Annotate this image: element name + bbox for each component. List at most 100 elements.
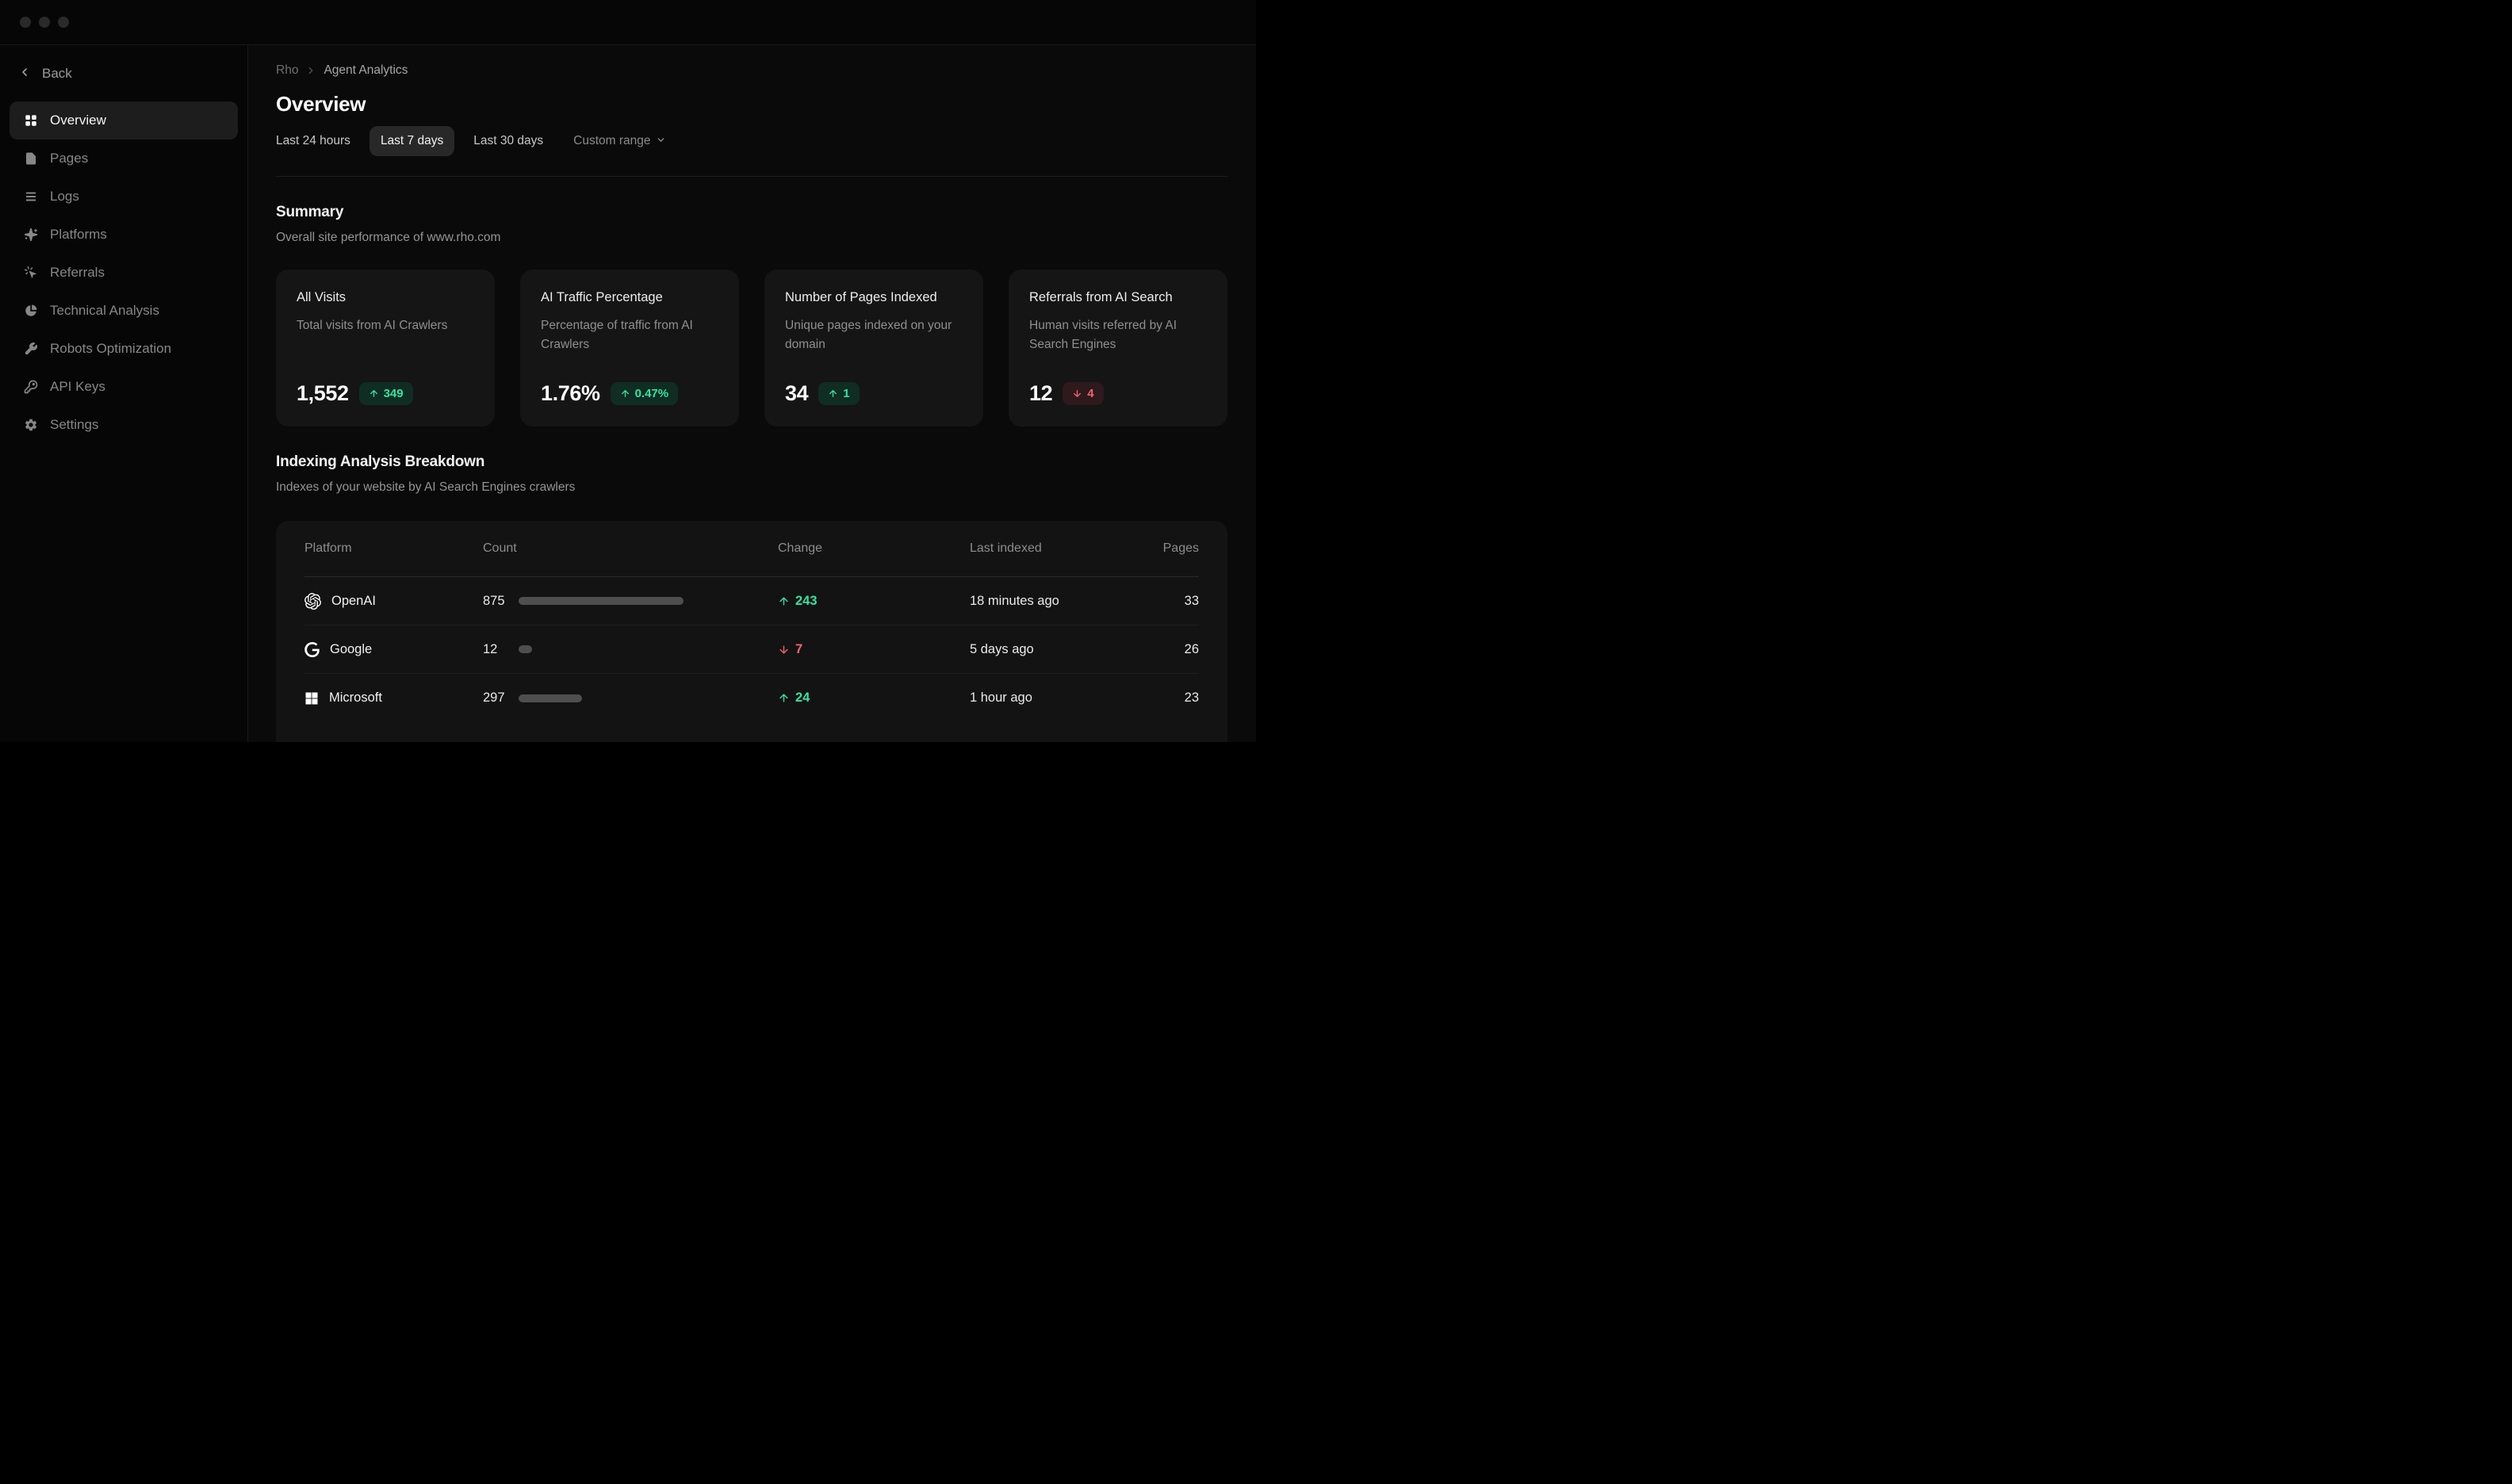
sidebar-item-label: Technical Analysis [50,303,159,319]
arrow-up-icon [620,388,630,399]
card-title: AI Traffic Percentage [541,289,718,306]
delta-badge: 4 [1063,382,1103,405]
table-row-microsoft: Microsoft 297 24 1 hour ago 23 [304,674,1199,722]
summary-cards: All Visits Total visits from AI Crawlers… [276,270,1227,426]
window-minimize-button[interactable] [39,17,50,28]
pages-cell: 23 [1120,690,1199,706]
delta-badge: 1 [818,382,859,405]
chevron-down-icon [656,133,666,149]
tab-last-24-hours[interactable]: Last 24 hours [265,126,362,156]
breadcrumb-current: Agent Analytics [324,63,408,78]
change-cell: 243 [778,594,970,609]
column-header-change: Change [778,541,970,556]
change-cell: 7 [778,642,970,657]
stat-card-all-visits: All Visits Total visits from AI Crawlers… [276,270,495,426]
count-bar [519,645,532,653]
count-bar [519,597,684,605]
sidebar-item-label: Referrals [50,265,105,281]
arrow-up-icon [369,388,379,399]
cursor-click-icon [24,266,38,280]
time-range-tabs: Last 24 hours Last 7 days Last 30 days C… [265,126,1227,156]
sidebar-item-robots-optimization[interactable]: Robots Optimization [10,330,238,368]
table-row-google: Google 12 7 5 days ago 26 [304,625,1199,674]
summary-section: Summary Overall site performance of www.… [276,202,1227,426]
pie-chart-icon [24,304,38,318]
column-header-last-indexed: Last indexed [970,541,1120,556]
card-value: 1.76% [541,381,600,406]
last-indexed-cell: 5 days ago [970,642,1120,657]
custom-range-label: Custom range [573,134,650,148]
card-title: Referrals from AI Search [1029,289,1207,306]
sidebar-item-label: API Keys [50,379,105,395]
wrench-icon [24,342,38,356]
breadcrumb-root[interactable]: Rho [276,63,298,78]
window-zoom-button[interactable] [58,17,69,28]
stat-card-ai-traffic-percentage: AI Traffic Percentage Percentage of traf… [520,270,739,426]
custom-range-dropdown[interactable]: Custom range [562,126,677,156]
card-description: Unique pages indexed on your domain [785,316,963,354]
column-header-platform: Platform [304,541,483,556]
stat-card-pages-indexed: Number of Pages Indexed Unique pages ind… [764,270,983,426]
indexing-table: Platform Count Change Last indexed Pages… [276,521,1227,742]
platform-name: OpenAI [331,594,376,609]
platform-name: Google [330,642,372,657]
sidebar-item-referrals[interactable]: Referrals [10,254,238,292]
card-value: 1,552 [297,381,349,406]
sparkles-icon [24,228,38,242]
summary-heading: Summary [276,202,1227,223]
sidebar-item-api-keys[interactable]: API Keys [10,368,238,406]
card-value: 12 [1029,381,1052,406]
openai-logo-icon [304,593,321,610]
sidebar-item-overview[interactable]: Overview [10,101,238,140]
delta-badge: 0.47% [611,382,679,405]
summary-subheading: Overall site performance of www.rho.com [276,229,1227,247]
key-icon [24,380,38,394]
sidebar-item-pages[interactable]: Pages [10,140,238,178]
arrow-down-icon [1072,388,1082,399]
chevron-left-icon [18,66,31,82]
window-titlebar [0,0,1256,45]
table-header-row: Platform Count Change Last indexed Pages [304,521,1199,577]
sidebar-item-label: Overview [50,113,106,128]
change-cell: 24 [778,690,970,706]
column-header-pages: Pages [1120,541,1199,556]
gear-icon [24,418,38,432]
file-icon [24,151,38,166]
sidebar-item-label: Pages [50,151,88,166]
arrow-up-icon [778,595,790,607]
tab-last-7-days[interactable]: Last 7 days [370,126,454,156]
sidebar-item-label: Logs [50,189,79,205]
sidebar-item-platforms[interactable]: Platforms [10,216,238,254]
delta-value: 4 [1087,387,1093,400]
count-value: 297 [483,690,519,706]
sidebar-item-technical-analysis[interactable]: Technical Analysis [10,292,238,330]
tab-last-30-days[interactable]: Last 30 days [462,126,554,156]
card-title: Number of Pages Indexed [785,289,963,306]
sidebar-nav: Overview Pages Logs [10,101,238,444]
sidebar-item-logs[interactable]: Logs [10,178,238,216]
delta-value: 1 [843,387,849,400]
arrow-down-icon [778,644,790,656]
pages-cell: 26 [1120,642,1199,657]
google-logo-icon [304,642,320,657]
last-indexed-cell: 1 hour ago [970,690,1120,706]
pages-cell: 33 [1120,594,1199,609]
card-description: Human visits referred by AI Search Engin… [1029,316,1207,354]
sidebar-item-settings[interactable]: Settings [10,406,238,444]
grid-icon [24,113,38,128]
window-close-button[interactable] [20,17,31,28]
last-indexed-cell: 18 minutes ago [970,594,1120,609]
microsoft-logo-icon [304,691,319,706]
change-value: 24 [795,690,810,706]
sidebar-item-label: Platforms [50,227,107,243]
delta-badge: 349 [359,382,413,405]
card-description: Percentage of traffic from AI Crawlers [541,316,718,354]
card-description: Total visits from AI Crawlers [297,316,474,335]
back-button[interactable]: Back [10,59,238,88]
main-content: Rho Agent Analytics Overview Last 24 hou… [248,45,1256,742]
breadcrumb: Rho Agent Analytics [276,63,1227,78]
delta-value: 0.47% [635,387,669,400]
table-row-openai: OpenAI 875 243 18 minutes ago 33 [304,577,1199,625]
delta-value: 349 [384,387,404,400]
arrow-up-icon [778,692,790,704]
